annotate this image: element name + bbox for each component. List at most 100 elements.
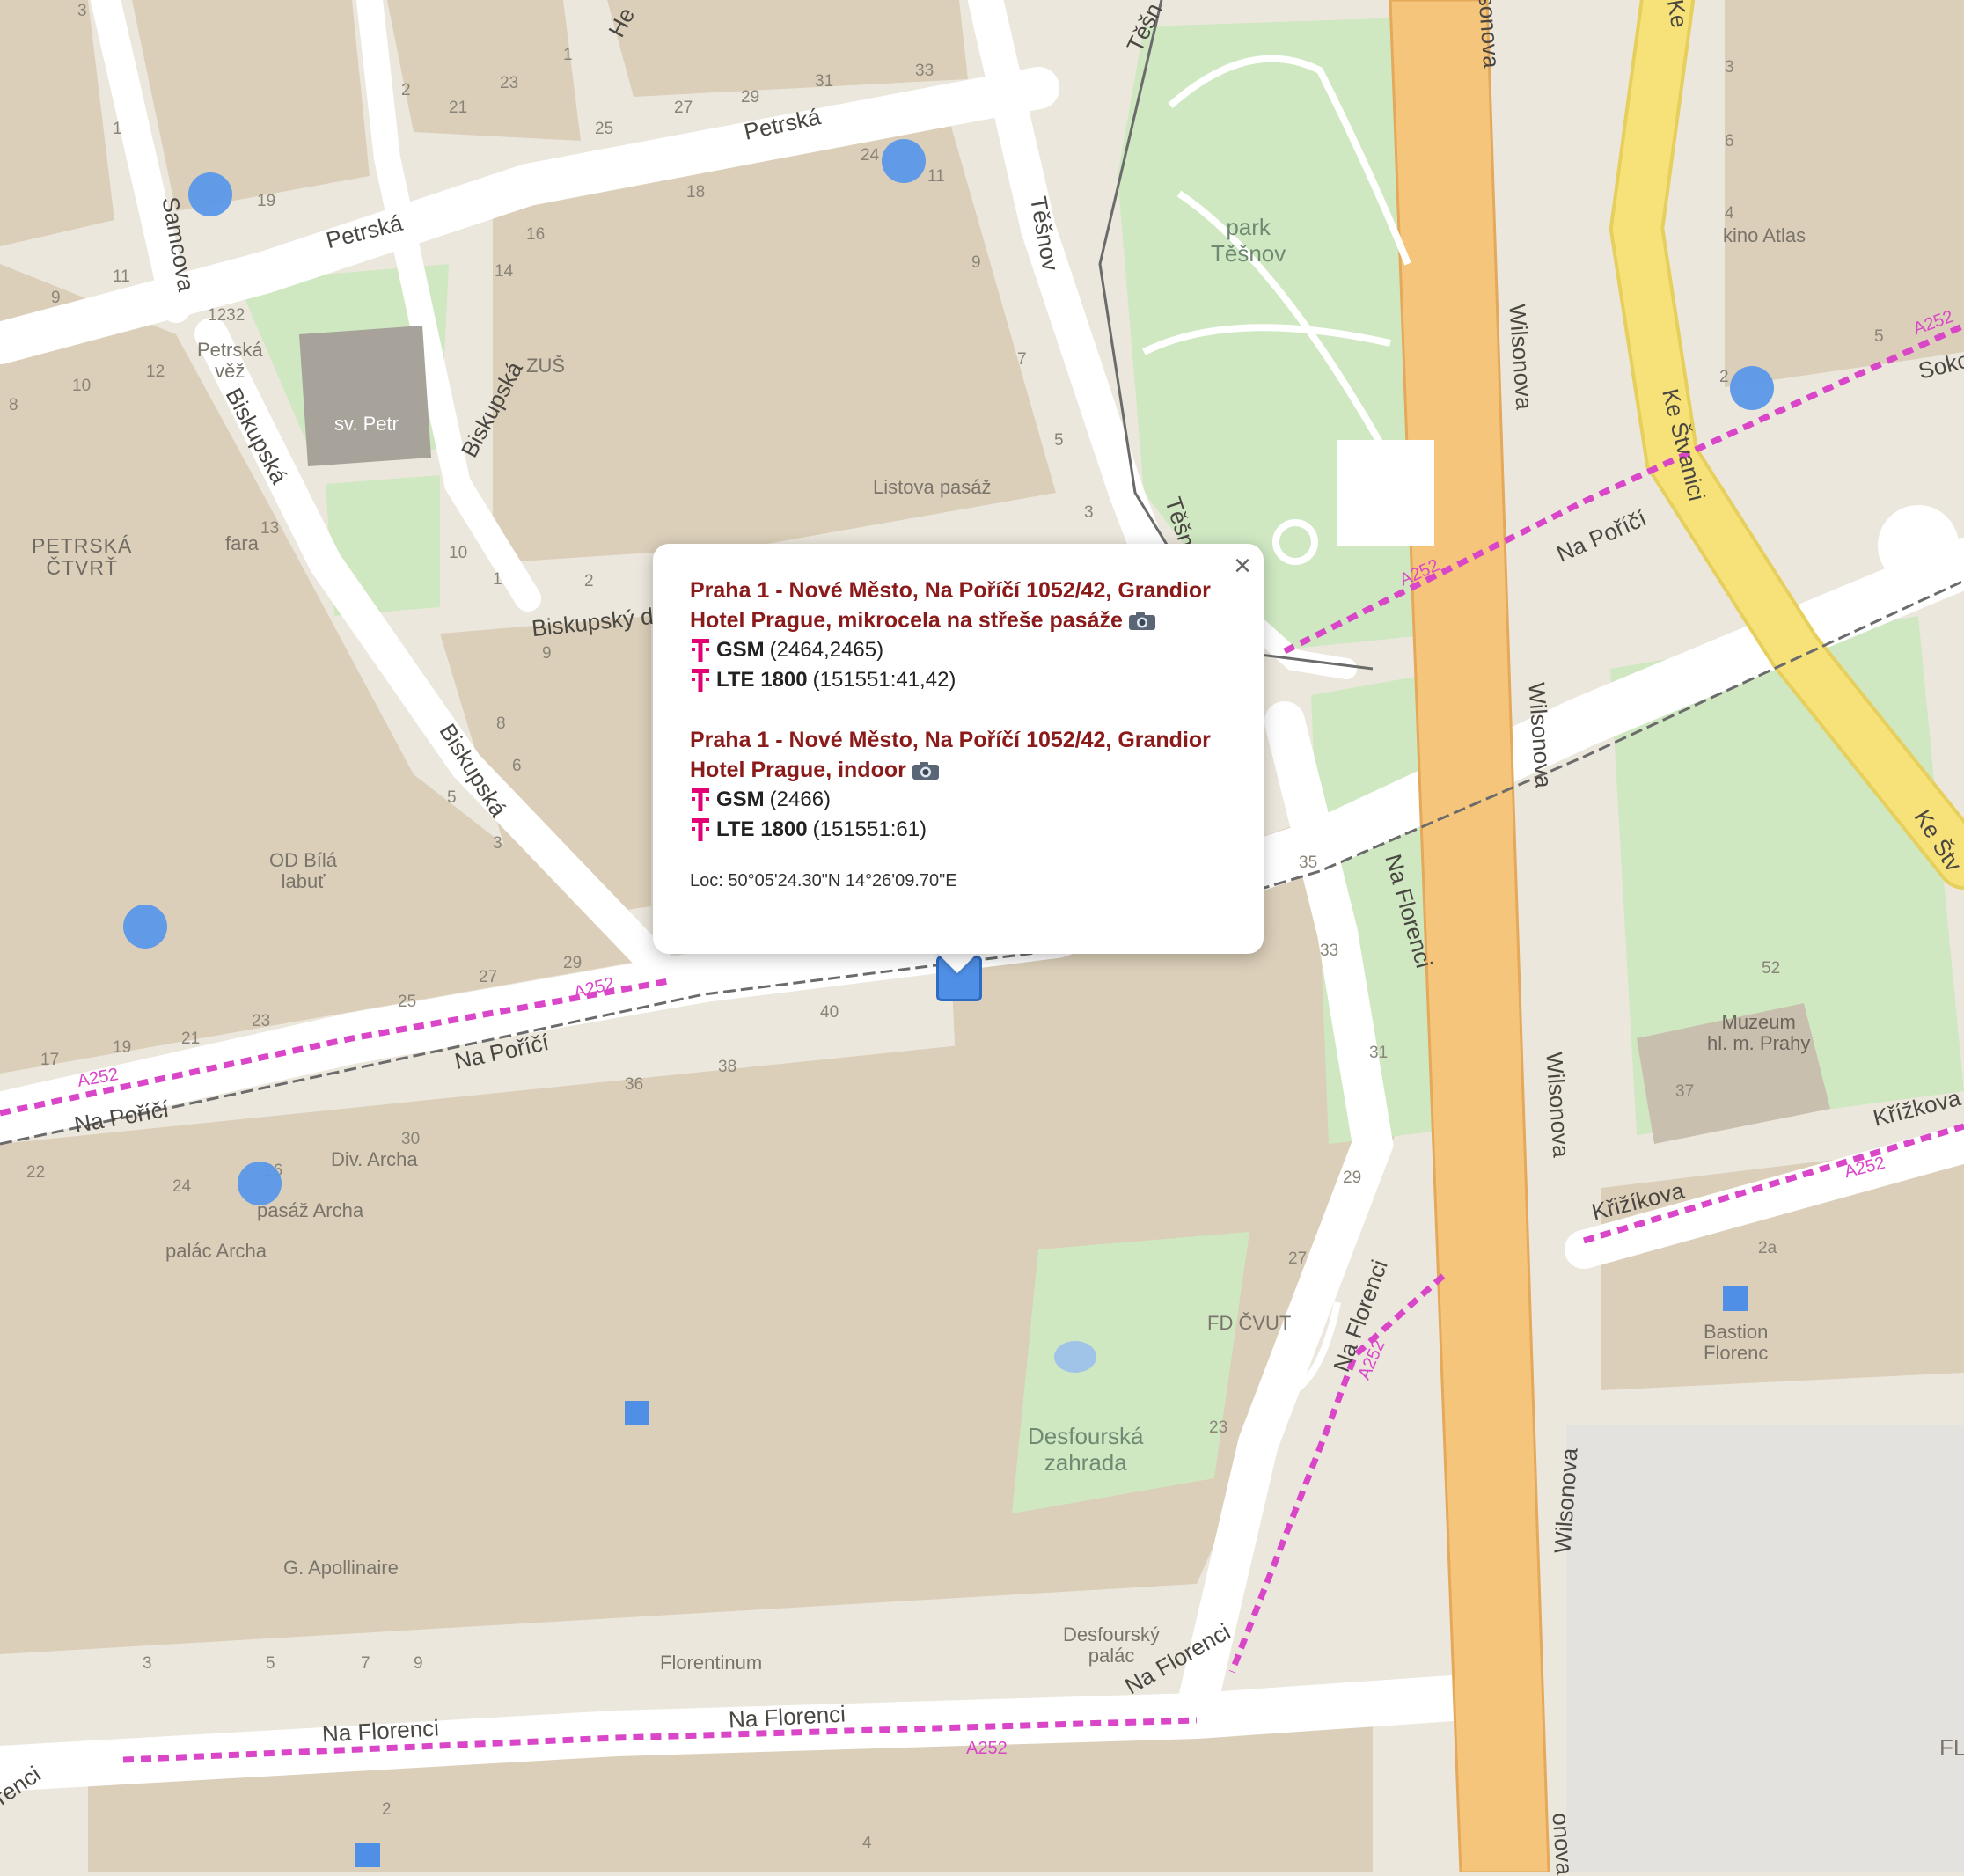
- house-number: 19: [113, 1038, 132, 1057]
- house-number: 25: [595, 120, 614, 138]
- park-label: park Těšnov: [1211, 214, 1286, 267]
- house-number: 1: [563, 46, 573, 64]
- cell-site-square-marker[interactable]: [625, 1401, 649, 1425]
- house-number: 3: [77, 2, 87, 20]
- house-number: 23: [500, 74, 519, 92]
- house-number: 2: [401, 81, 411, 99]
- house-number: 36: [625, 1075, 644, 1094]
- telekom-icon: [690, 637, 711, 663]
- house-number: 9: [542, 644, 552, 663]
- street-label: onova: [1547, 1812, 1579, 1876]
- house-number: 35: [1299, 854, 1318, 872]
- house-number: 40: [820, 1003, 839, 1022]
- house-number: 10: [449, 544, 468, 562]
- house-number: 8: [9, 396, 18, 414]
- house-number: 5: [266, 1654, 275, 1673]
- house-number: 30: [401, 1130, 421, 1148]
- house-number: 3: [1084, 503, 1094, 522]
- telekom-icon: [690, 817, 711, 843]
- cell-site-square-marker[interactable]: [1723, 1286, 1748, 1311]
- house-number: 24: [172, 1177, 192, 1196]
- street-label: sonova: [1473, 0, 1506, 70]
- house-number: 3: [493, 834, 502, 853]
- close-icon[interactable]: ×: [1234, 551, 1251, 581]
- house-number: 27: [674, 99, 693, 117]
- poi-label: palác Archa: [165, 1240, 267, 1262]
- cell-site-marker[interactable]: [188, 172, 232, 216]
- house-number: 37: [1675, 1082, 1695, 1101]
- cell-site-marker[interactable]: [1730, 366, 1774, 410]
- tech-name: LTE 1800: [716, 668, 808, 692]
- tech-name: LTE 1800: [716, 817, 808, 841]
- house-number: 23: [1209, 1418, 1228, 1437]
- house-number: 5: [1054, 431, 1064, 450]
- poi-label: sv. Petr: [334, 413, 399, 435]
- poi-label: Petrská věž: [197, 339, 263, 383]
- house-number: 2: [584, 572, 594, 590]
- house-number: 6: [1725, 132, 1734, 150]
- house-number: 1232: [208, 306, 246, 325]
- house-number: 1: [113, 120, 122, 138]
- house-number: 18: [686, 183, 706, 202]
- site-title[interactable]: Praha 1 - Nové Město, Na Poříčí 1052/42,…: [690, 725, 1227, 785]
- poi-label: Desfourský palác: [1063, 1623, 1161, 1667]
- tech-ids: (151551:61): [812, 817, 927, 841]
- house-number: 4: [862, 1834, 872, 1852]
- house-number: 7: [1017, 350, 1027, 369]
- house-number: 29: [741, 88, 760, 106]
- house-number: 1: [493, 570, 502, 589]
- house-number: 33: [1320, 942, 1339, 960]
- poi-label: G. Apollinaire: [283, 1557, 399, 1579]
- house-number: 27: [479, 968, 498, 986]
- tech-name: GSM: [716, 638, 765, 662]
- house-number: 13: [260, 519, 280, 538]
- house-number: 9: [414, 1654, 423, 1673]
- tech-line: GSM (2464,2465): [690, 635, 1227, 665]
- house-number: 31: [1369, 1044, 1389, 1062]
- house-number: 19: [257, 192, 276, 210]
- house-number: 11: [113, 267, 130, 286]
- route-label: A252: [966, 1739, 1008, 1758]
- cell-site-marker[interactable]: [123, 905, 167, 949]
- house-number: 17: [40, 1051, 60, 1069]
- house-number: 2: [1719, 368, 1729, 386]
- house-number: 31: [815, 72, 834, 91]
- map-canvas[interactable]: Petrská Petrská Samcova Biskupská Biskup…: [0, 0, 1964, 1876]
- house-number: 9: [51, 289, 61, 307]
- house-number: 22: [26, 1163, 46, 1182]
- poi-label: OD Bílá labuť: [269, 849, 338, 893]
- house-number: 7: [361, 1654, 370, 1673]
- location-readout: Loc: 50°05'24.30"N 14°26'09.70"E: [690, 871, 957, 890]
- house-number: 11: [927, 167, 945, 186]
- camera-icon[interactable]: [1128, 612, 1156, 631]
- house-number: 27: [1288, 1249, 1308, 1268]
- camera-icon[interactable]: [912, 761, 940, 780]
- tech-line: LTE 1800 (151551:61): [690, 815, 1227, 845]
- cell-site-marker[interactable]: [882, 139, 926, 183]
- poi-label: FD ČVUT: [1207, 1312, 1292, 1334]
- popup-content: Praha 1 - Nové Město, Na Poříčí 1052/42,…: [690, 575, 1227, 896]
- site-title[interactable]: Praha 1 - Nové Město, Na Poříčí 1052/42,…: [690, 575, 1227, 635]
- house-number: 5: [1874, 327, 1884, 346]
- telekom-icon: [690, 667, 711, 693]
- site-entry: Praha 1 - Nové Město, Na Poříčí 1052/42,…: [690, 725, 1227, 845]
- house-number: 2: [382, 1800, 392, 1819]
- tech-name: GSM: [716, 788, 765, 811]
- district-label: PETRSKÁ ČTVRŤ: [32, 534, 133, 580]
- site-entry: Praha 1 - Nové Město, Na Poříčí 1052/42,…: [690, 575, 1227, 695]
- house-number: 14: [495, 262, 514, 281]
- house-number: 8: [496, 714, 506, 733]
- tech-ids: (2466): [769, 788, 832, 811]
- house-number: 24: [861, 146, 880, 165]
- house-number: 29: [1343, 1169, 1362, 1187]
- cell-site-square-marker[interactable]: [355, 1843, 380, 1867]
- street-label: Ke: [1661, 0, 1693, 30]
- tech-line: GSM (2466): [690, 785, 1227, 815]
- cell-site-marker[interactable]: [238, 1162, 282, 1205]
- telekom-icon: [690, 787, 711, 813]
- house-number: 21: [181, 1030, 201, 1048]
- house-number: 23: [252, 1012, 271, 1030]
- poi-label: fara: [225, 532, 259, 554]
- poi-label: Div. Archa: [331, 1148, 418, 1170]
- house-number: 10: [72, 377, 92, 395]
